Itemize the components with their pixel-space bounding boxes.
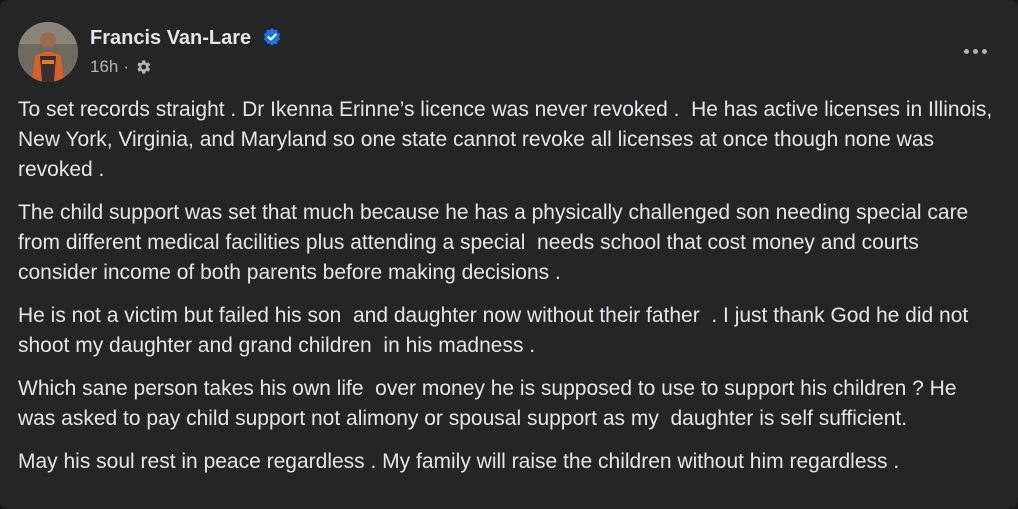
post-card: Francis Van-Lare 16h · To set records st… <box>0 0 1018 509</box>
post-timestamp[interactable]: 16h <box>90 57 118 77</box>
gear-icon[interactable] <box>134 58 152 76</box>
post-text: To set records straight . Dr Ikenna Erin… <box>18 95 993 490</box>
author-avatar[interactable] <box>18 22 78 82</box>
more-options-icon <box>963 48 987 54</box>
post-meta: 16h · <box>90 56 152 78</box>
post-paragraph: Which sane person takes his own life ove… <box>18 377 963 430</box>
post-paragraph: To set records straight . Dr Ikenna Erin… <box>18 98 999 181</box>
verified-badge-icon <box>263 28 281 46</box>
post-paragraph: The child support was set that much beca… <box>18 201 975 284</box>
meta-separator: · <box>123 57 130 76</box>
profile-photo-icon <box>18 22 78 82</box>
post-paragraph: He is not a victim but failed his son an… <box>18 304 975 357</box>
more-options-button[interactable] <box>953 33 997 69</box>
post-paragraph: May his soul rest in peace regardless . … <box>18 450 900 473</box>
author-name[interactable]: Francis Van-Lare <box>90 24 251 52</box>
